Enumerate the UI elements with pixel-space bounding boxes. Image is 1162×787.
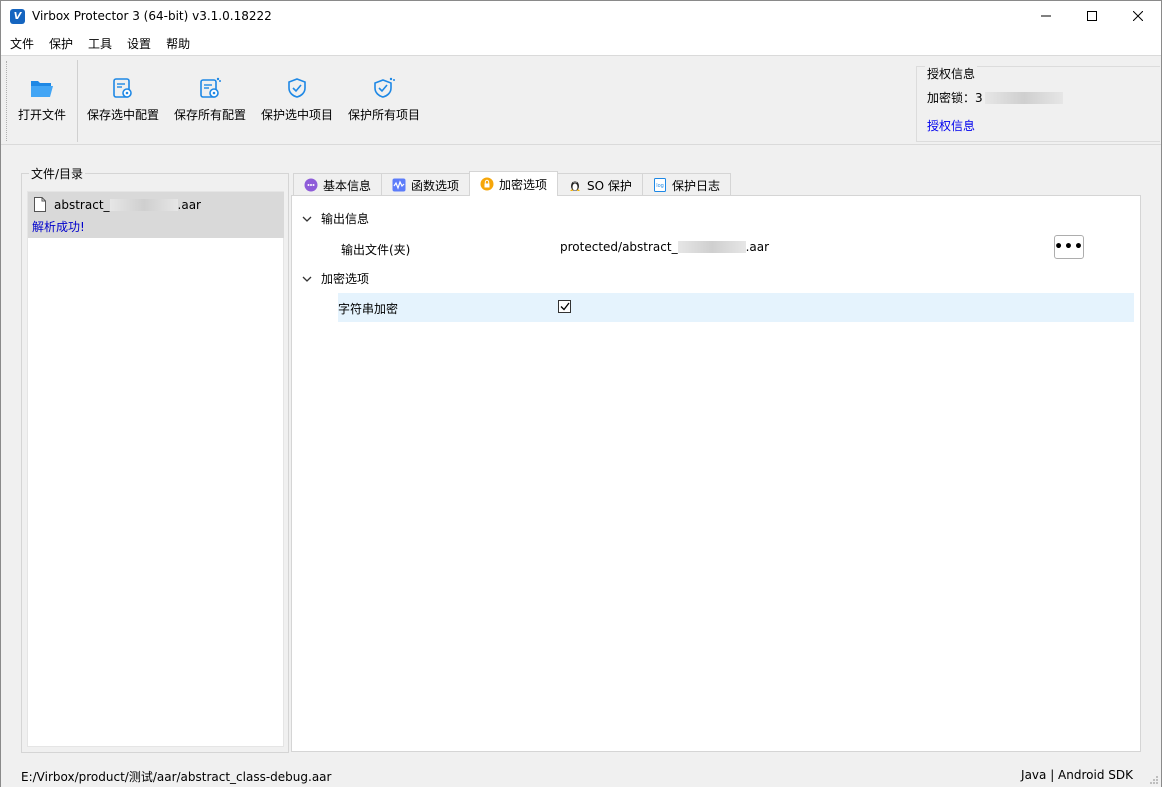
resize-grip-icon[interactable] [1149, 775, 1159, 785]
protect-all-label: 保护所有项目 [348, 108, 421, 122]
redacted-mask [677, 241, 746, 253]
message-icon [304, 178, 318, 192]
chevron-down-icon [302, 216, 312, 222]
output-file-suffix: .aar [745, 240, 770, 254]
folder-open-icon [30, 76, 54, 100]
file-name-suffix: .aar [177, 198, 201, 212]
save-all-config-label: 保存所有配置 [174, 108, 247, 122]
protect-selected-button[interactable]: 保护选中项目 [261, 76, 333, 123]
window-title: Virbox Protector 3 (64-bit) v3.1.0.18222 [32, 9, 272, 23]
toolbar-grip[interactable] [6, 61, 8, 141]
string-encrypt-row[interactable] [338, 293, 1134, 322]
save-selected-config-button[interactable]: 保存选中配置 [87, 76, 159, 123]
redacted-mask [109, 199, 178, 211]
parse-status: 解析成功! [32, 220, 85, 234]
tab-basic-info-label: 基本信息 [323, 178, 372, 193]
status-file-path: E:/Virbox/product/测试/aar/abstract_class-… [21, 770, 332, 784]
chevron-down-icon [302, 276, 312, 282]
tab-function-options[interactable]: 函数选项 [381, 173, 471, 196]
app-window: V Virbox Protector 3 (64-bit) v3.1.0.182… [0, 0, 1162, 787]
app-logo-icon: V [10, 8, 25, 24]
output-file-label: 输出文件(夹) [341, 243, 411, 257]
license-info-link[interactable]: 授权信息 [927, 117, 975, 134]
tab-encrypt-options[interactable]: 加密选项 [469, 171, 559, 196]
tab-basic-info[interactable]: 基本信息 [293, 173, 383, 196]
file-name-prefix: abstract_ [54, 198, 110, 212]
tab-so-protect-label: SO 保护 [587, 178, 632, 193]
status-bar: E:/Virbox/product/测试/aar/abstract_class-… [1, 763, 1161, 787]
menu-file[interactable]: 文件 [5, 35, 39, 52]
output-section-header[interactable]: 输出信息 [302, 210, 369, 227]
menu-protect[interactable]: 保护 [44, 35, 78, 52]
maximize-icon [1087, 11, 1097, 21]
redacted-mask [984, 91, 1063, 104]
tab-protect-log-label: 保护日志 [671, 178, 720, 193]
encrypt-section-title: 加密选项 [321, 272, 370, 286]
file-name: abstract_ .aar [54, 198, 201, 212]
log-icon: log [653, 178, 667, 192]
file-directory-title: 文件/目录 [29, 165, 86, 182]
license-lock-label: 加密锁： [927, 91, 976, 105]
menu-help[interactable]: 帮助 [161, 35, 195, 52]
document-icon [34, 197, 46, 215]
license-lock-value: 3 [975, 90, 983, 105]
checkmark-icon [560, 302, 570, 311]
lock-icon [480, 177, 494, 191]
tab-encrypt-options-label: 加密选项 [499, 177, 548, 192]
output-file-prefix: protected/abstract_ [560, 240, 678, 254]
protect-selected-label: 保护选中项目 [261, 108, 334, 122]
save-selected-config-label: 保存选中配置 [87, 108, 160, 122]
tab-so-protect[interactable]: SO 保护 [557, 173, 643, 196]
minimize-button[interactable] [1023, 1, 1069, 31]
license-lock-row: 加密锁： 3 [927, 89, 1063, 106]
open-file-label: 打开文件 [18, 108, 67, 122]
function-icon [392, 178, 406, 192]
maximize-button[interactable] [1069, 1, 1115, 31]
license-info-group: 授权信息 加密锁： 3 授权信息 [916, 65, 1160, 142]
toolbar: 打开文件 保存选中配置 保存所有配置 保护选中项目 保护所有项目 授权信息 加密… [1, 55, 1161, 145]
menu-bar: 文件 保护 工具 设置 帮助 [1, 31, 1161, 55]
license-group-title: 授权信息 [925, 65, 978, 82]
svg-text:log: log [656, 183, 664, 189]
title-bar: V Virbox Protector 3 (64-bit) v3.1.0.182… [1, 1, 1161, 31]
string-encrypt-checkbox[interactable] [558, 300, 571, 313]
status-platform: Java | Android SDK [1021, 768, 1133, 782]
browse-output-button[interactable]: ••• [1054, 235, 1084, 259]
minimize-icon [1041, 15, 1051, 17]
close-button[interactable] [1115, 1, 1161, 31]
window-controls [1023, 1, 1161, 31]
file-list[interactable]: abstract_ .aar 解析成功! [27, 191, 284, 747]
toolbar-separator [77, 60, 78, 142]
save-all-config-icon [198, 76, 222, 100]
shield-check-icon [285, 76, 309, 100]
string-encrypt-label: 字符串加密 [338, 302, 399, 316]
shield-check-all-icon [372, 76, 396, 100]
tab-bar: 基本信息 函数选项 加密选项 SO 保护 log 保护日志 [293, 171, 731, 196]
file-list-item[interactable]: abstract_ .aar 解析成功! [28, 192, 284, 238]
menu-settings[interactable]: 设置 [122, 35, 156, 52]
save-config-icon [111, 76, 135, 100]
save-all-config-button[interactable]: 保存所有配置 [174, 76, 246, 123]
close-icon [1133, 11, 1143, 21]
output-file-value: protected/abstract_ .aar [560, 240, 769, 254]
open-file-button[interactable]: 打开文件 [18, 76, 66, 123]
tab-function-options-label: 函数选项 [411, 178, 460, 193]
encrypt-options-panel: 输出信息 输出文件(夹) protected/abstract_ .aar ••… [291, 195, 1141, 752]
menu-tools[interactable]: 工具 [83, 35, 117, 52]
encrypt-section-header[interactable]: 加密选项 [302, 270, 369, 287]
protect-all-button[interactable]: 保护所有项目 [348, 76, 420, 123]
tab-protect-log[interactable]: log 保护日志 [641, 173, 731, 196]
linux-penguin-icon [568, 178, 582, 192]
output-section-title: 输出信息 [321, 212, 370, 226]
